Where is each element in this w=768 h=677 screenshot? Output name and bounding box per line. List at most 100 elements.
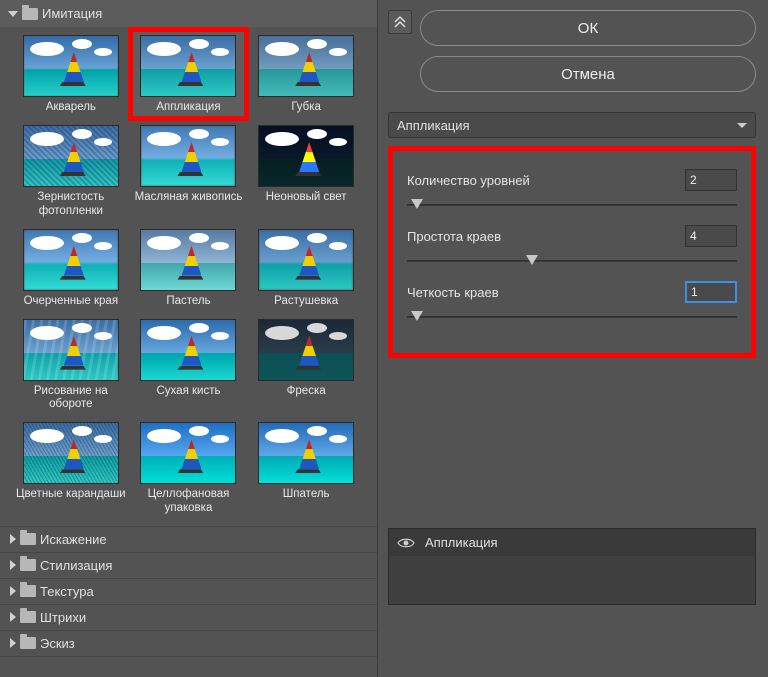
filter-thumb-label: Целлофановая упаковка bbox=[132, 488, 246, 516]
filter-thumb[interactable]: Масляная живопись bbox=[132, 121, 246, 221]
param-row: Количество уровней bbox=[407, 169, 737, 191]
param-value-input[interactable] bbox=[685, 225, 737, 247]
chevron-down-icon bbox=[737, 123, 747, 128]
filter-thumb-label: Пастель bbox=[166, 295, 210, 309]
filter-thumb-preview bbox=[23, 125, 119, 187]
filter-thumb[interactable]: Зернистость фотопленки bbox=[14, 121, 128, 221]
dropdown-selected-label: Аппликация bbox=[397, 118, 470, 133]
disclosure-closed-icon bbox=[10, 560, 16, 570]
filter-thumb-preview bbox=[140, 319, 236, 381]
collapsed-categories: Искажение Стилизация Текстура Штрихи Эскиз bbox=[0, 526, 377, 657]
filter-thumb-label: Аппликация bbox=[156, 101, 220, 115]
slider-track bbox=[407, 260, 737, 262]
filter-thumb[interactable]: Растушевка bbox=[249, 225, 363, 311]
filter-thumb-preview bbox=[258, 125, 354, 187]
folder-icon bbox=[20, 611, 36, 623]
category-title: Искажение bbox=[40, 532, 107, 547]
category-header-collapsed[interactable]: Искажение bbox=[0, 527, 377, 553]
filter-thumb-preview bbox=[258, 319, 354, 381]
effect-layers-panel: Аппликация bbox=[388, 528, 756, 605]
param-slider[interactable] bbox=[407, 311, 737, 323]
filter-thumb-preview bbox=[140, 422, 236, 484]
filter-thumb-label: Акварель bbox=[46, 101, 96, 115]
category-header-collapsed[interactable]: Стилизация bbox=[0, 553, 377, 579]
param: Четкость краев bbox=[407, 281, 737, 323]
filter-thumb[interactable]: Сухая кисть bbox=[132, 315, 246, 415]
slider-knob[interactable] bbox=[411, 199, 423, 209]
param-label: Простота краев bbox=[407, 229, 501, 244]
filter-thumb-label: Зернистость фотопленки bbox=[14, 191, 128, 219]
disclosure-closed-icon bbox=[10, 638, 16, 648]
effect-layers-body bbox=[389, 556, 755, 604]
filter-thumb[interactable]: Губка bbox=[249, 31, 363, 117]
filter-thumb-label: Фреска bbox=[287, 385, 326, 399]
param-row: Простота краев bbox=[407, 225, 737, 247]
filter-thumb-label: Растушевка bbox=[274, 295, 338, 309]
folder-icon bbox=[20, 637, 36, 649]
filter-thumb-label: Рисование на обороте bbox=[14, 385, 128, 413]
visibility-eye-icon[interactable] bbox=[397, 537, 415, 549]
filter-thumb-label: Масляная живопись bbox=[135, 191, 243, 205]
filter-thumb-preview bbox=[23, 35, 119, 97]
param-slider[interactable] bbox=[407, 199, 737, 211]
param-value-input[interactable] bbox=[685, 169, 737, 191]
thumbnail-grid: Акварель Аппликация Губка Зернистость фотоп… bbox=[0, 27, 377, 526]
filter-thumb[interactable]: Фреска bbox=[249, 315, 363, 415]
param: Простота краев bbox=[407, 225, 737, 267]
param-slider[interactable] bbox=[407, 255, 737, 267]
settings-panel: ОК Отмена Аппликация Количество уровней П… bbox=[378, 0, 768, 677]
filter-dropdown[interactable]: Аппликация bbox=[388, 112, 756, 138]
filter-thumb[interactable]: Шпатель bbox=[249, 418, 363, 518]
param-value-input[interactable] bbox=[685, 281, 737, 303]
effect-layer-name: Аппликация bbox=[425, 535, 498, 550]
filter-thumb[interactable]: Цветные карандаши bbox=[14, 418, 128, 518]
filter-gallery-panel: Имитация Акварель Аппликация Губка Зернисто… bbox=[0, 0, 378, 677]
parameters-box: Количество уровней Простота краев Четкость… bbox=[388, 146, 756, 358]
slider-knob[interactable] bbox=[411, 311, 423, 321]
param-row: Четкость краев bbox=[407, 281, 737, 303]
filter-thumb-preview bbox=[258, 35, 354, 97]
filter-thumb[interactable]: Аппликация bbox=[132, 31, 246, 117]
filter-thumb-preview bbox=[258, 229, 354, 291]
double-chevron-up-icon bbox=[393, 15, 407, 29]
filter-thumb-label: Очерченные края bbox=[24, 295, 118, 309]
category-title: Имитация bbox=[42, 6, 102, 21]
folder-icon bbox=[20, 533, 36, 545]
category-header-collapsed[interactable]: Текстура bbox=[0, 579, 377, 605]
filter-thumb-label: Шпатель bbox=[283, 488, 330, 502]
category-header-imitation[interactable]: Имитация bbox=[0, 0, 377, 27]
category-title: Штрихи bbox=[40, 610, 86, 625]
category-header-collapsed[interactable]: Штрихи bbox=[0, 605, 377, 631]
filter-thumb-label: Сухая кисть bbox=[157, 385, 221, 399]
slider-knob[interactable] bbox=[526, 255, 538, 265]
disclosure-closed-icon bbox=[10, 586, 16, 596]
filter-thumb[interactable]: Рисование на обороте bbox=[14, 315, 128, 415]
param: Количество уровней bbox=[407, 169, 737, 211]
filter-thumb[interactable]: Неоновый свет bbox=[249, 121, 363, 221]
filter-thumb-preview bbox=[23, 229, 119, 291]
slider-track bbox=[407, 316, 737, 318]
filter-thumb-label: Неоновый свет bbox=[266, 191, 347, 205]
folder-icon bbox=[20, 585, 36, 597]
collapse-panel-button[interactable] bbox=[388, 10, 412, 34]
filter-thumb[interactable]: Акварель bbox=[14, 31, 128, 117]
effect-layer-row[interactable]: Аппликация bbox=[389, 529, 755, 556]
folder-icon bbox=[20, 559, 36, 571]
filter-thumb-preview bbox=[140, 229, 236, 291]
filter-thumb[interactable]: Очерченные края bbox=[14, 225, 128, 311]
filter-thumb[interactable]: Пастель bbox=[132, 225, 246, 311]
filter-thumb[interactable]: Целлофановая упаковка bbox=[132, 418, 246, 518]
ok-button[interactable]: ОК bbox=[420, 10, 756, 46]
filter-thumb-label: Цветные карандаши bbox=[16, 488, 126, 502]
ok-button-label: ОК bbox=[578, 20, 598, 37]
cancel-button-label: Отмена bbox=[561, 66, 615, 83]
category-title: Эскиз bbox=[40, 636, 75, 651]
filter-thumb-preview bbox=[258, 422, 354, 484]
disclosure-closed-icon bbox=[10, 612, 16, 622]
cancel-button[interactable]: Отмена bbox=[420, 56, 756, 92]
param-label: Количество уровней bbox=[407, 173, 530, 188]
category-title: Текстура bbox=[40, 584, 94, 599]
slider-track bbox=[407, 204, 737, 206]
filter-thumb-preview bbox=[23, 422, 119, 484]
category-header-collapsed[interactable]: Эскиз bbox=[0, 631, 377, 657]
